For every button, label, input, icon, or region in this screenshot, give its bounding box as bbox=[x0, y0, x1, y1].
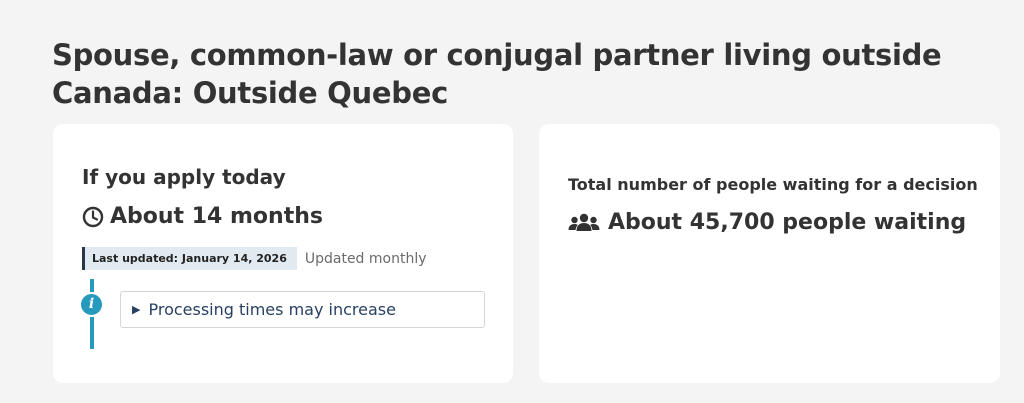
people-waiting: About 45,700 people waiting bbox=[568, 210, 966, 235]
people-waiting-value: About 45,700 people waiting bbox=[608, 210, 967, 235]
users-icon bbox=[568, 213, 600, 231]
expand-triangle-icon: ▶ bbox=[132, 303, 141, 316]
people-waiting-card: Total number of people waiting for a dec… bbox=[539, 124, 1000, 383]
last-updated-badge: Last updated: January 14, 2026 bbox=[82, 247, 297, 270]
processing-time: About 14 months bbox=[82, 204, 323, 229]
page-title: Spouse, common-law or conjugal partner l… bbox=[52, 38, 942, 110]
processing-time-value: About 14 months bbox=[110, 204, 323, 229]
details-summary-label: Processing times may increase bbox=[148, 300, 396, 319]
update-frequency: Updated monthly bbox=[304, 250, 427, 267]
waiting-heading: Total number of people waiting for a dec… bbox=[568, 175, 978, 194]
processing-times-details[interactable]: ▶ Processing times may increase bbox=[120, 291, 485, 328]
processing-time-card: If you apply today About 14 months Last … bbox=[53, 124, 513, 383]
info-icon: i bbox=[79, 292, 104, 317]
apply-today-heading: If you apply today bbox=[82, 165, 286, 189]
update-info: Last updated: January 14, 2026 Updated m… bbox=[82, 247, 427, 270]
clock-icon bbox=[82, 206, 104, 227]
